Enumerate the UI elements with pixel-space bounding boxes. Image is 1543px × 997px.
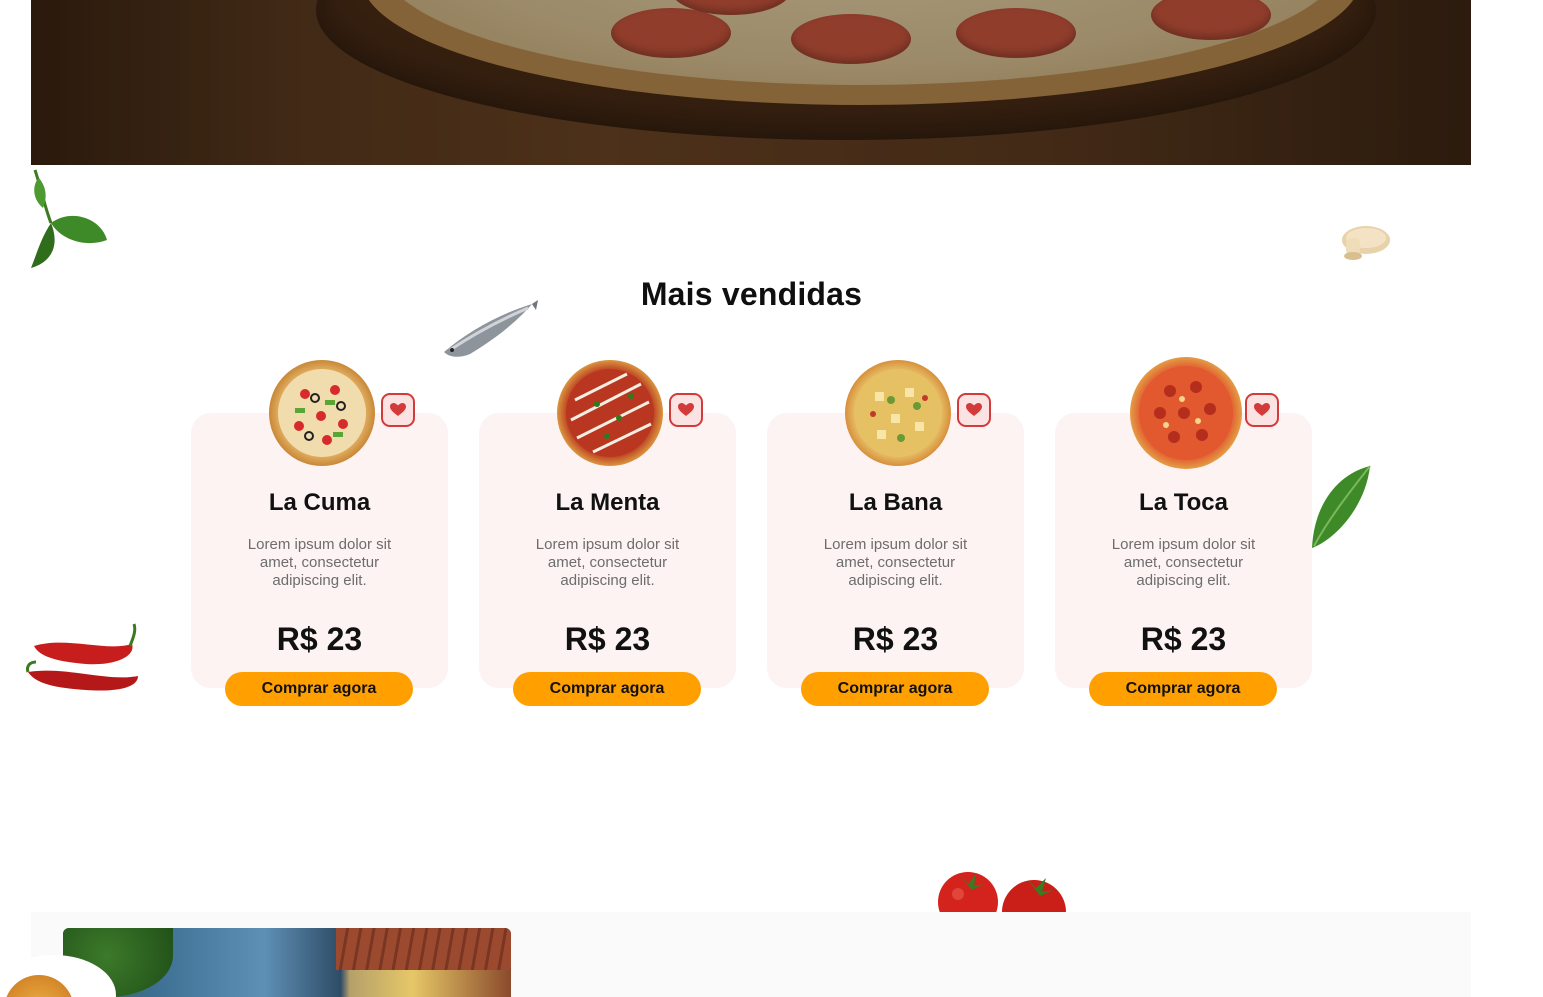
product-price: R$ 23	[564, 621, 651, 657]
favorite-button[interactable]	[1245, 393, 1279, 427]
product-name: La Bana	[848, 489, 943, 516]
product-description: Lorem ipsum dolor sit amet, consectetur …	[823, 536, 968, 589]
product-name: La Menta	[555, 489, 660, 516]
product-description: Lorem ipsum dolor sit amet, consectetur …	[535, 536, 680, 589]
page: Mais vendidas La Cuma Lorem ipsum dolor …	[0, 0, 1543, 997]
heart-icon	[678, 403, 694, 416]
favorite-button[interactable]	[957, 393, 991, 427]
hero-banner-image	[31, 0, 1471, 165]
pizza-image	[845, 360, 951, 466]
product-card: La Cuma Lorem ipsum dolor sit amet, cons…	[191, 360, 448, 706]
favorite-button[interactable]	[669, 393, 703, 427]
product-price: R$ 23	[852, 621, 939, 657]
basil-leaf-decoration	[31, 168, 111, 278]
pizza-image	[557, 360, 663, 466]
product-description: Lorem ipsum dolor sit amet, consectetur …	[1111, 536, 1256, 589]
product-description: Lorem ipsum dolor sit amet, consectetur …	[247, 536, 392, 589]
buy-now-button[interactable]: Comprar agora	[1089, 672, 1277, 706]
chili-pepper-decoration	[26, 622, 142, 692]
product-card: La Menta Lorem ipsum dolor sit amet, con…	[479, 360, 736, 706]
product-name: La Cuma	[268, 489, 371, 516]
product-card: La Bana Lorem ipsum dolor sit amet, cons…	[767, 360, 1024, 706]
pizza-image	[269, 360, 375, 466]
product-card: La Toca Lorem ipsum dolor sit amet, cons…	[1055, 357, 1312, 706]
heart-icon	[390, 403, 406, 416]
basil-leaf-right-decoration	[1308, 464, 1374, 552]
heart-icon	[966, 403, 982, 416]
mushroom-decoration	[1336, 216, 1392, 262]
buy-now-button[interactable]: Comprar agora	[513, 672, 701, 706]
pizza-image	[1130, 357, 1242, 469]
section-title: Mais vendidas	[640, 276, 863, 312]
heart-icon	[1254, 403, 1270, 416]
product-name: La Toca	[1139, 489, 1228, 516]
restaurant-photo	[63, 928, 511, 997]
buy-now-button[interactable]: Comprar agora	[225, 672, 413, 706]
product-price: R$ 23	[276, 621, 363, 657]
buy-now-button[interactable]: Comprar agora	[801, 672, 989, 706]
product-price: R$ 23	[1140, 621, 1227, 657]
favorite-button[interactable]	[381, 393, 415, 427]
